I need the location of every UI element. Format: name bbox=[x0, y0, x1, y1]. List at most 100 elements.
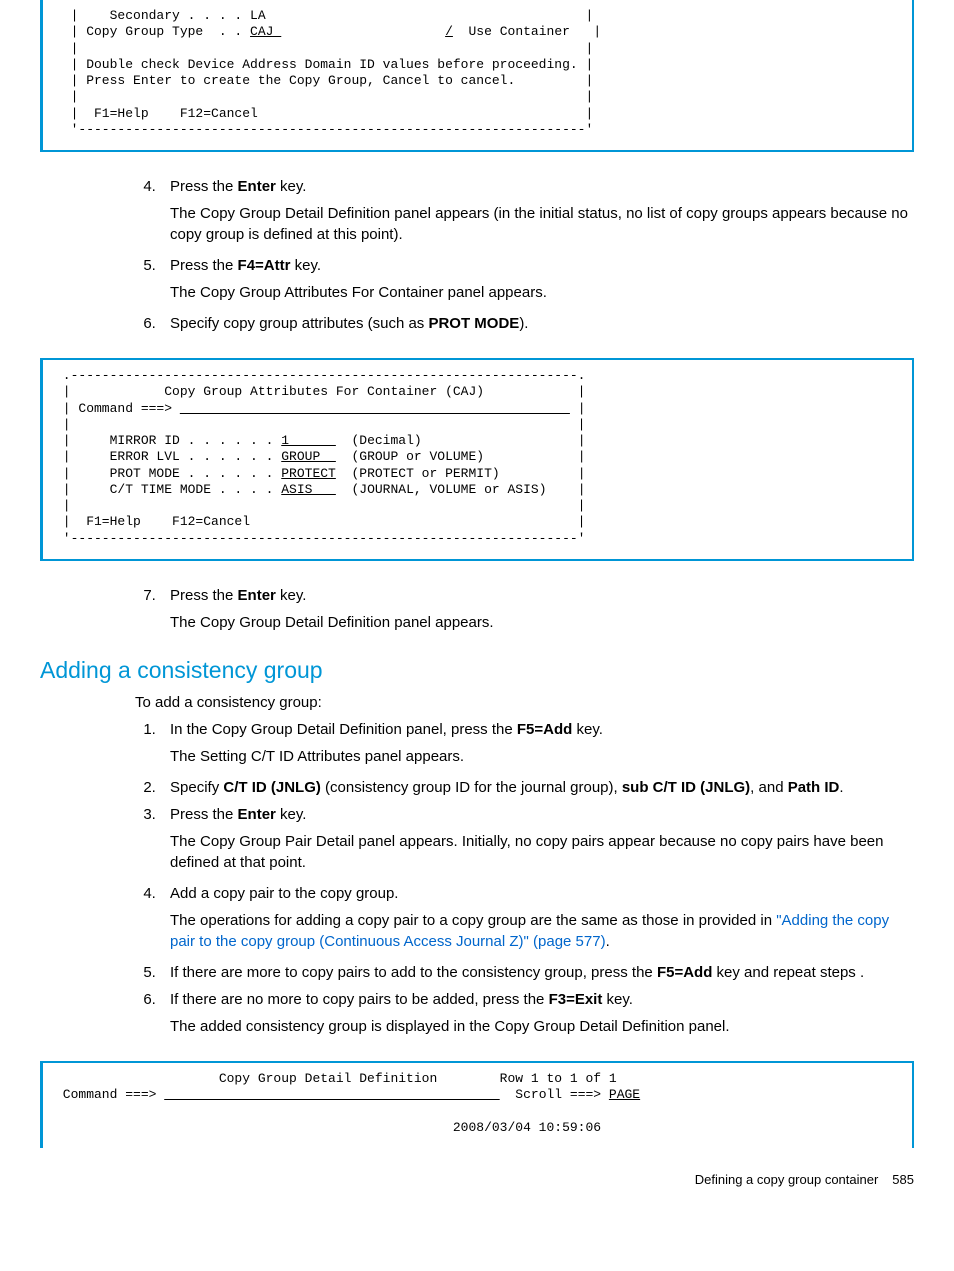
b3-tail: key. bbox=[276, 806, 307, 823]
terminal-panel-1: | Secondary . . . . LA | | Copy Group Ty… bbox=[40, 0, 914, 152]
terminal-panel-2: .---------------------------------------… bbox=[40, 358, 914, 561]
b5-bold: F5=Add bbox=[657, 964, 712, 981]
term1-l3: | | bbox=[55, 41, 593, 56]
steps-list-b: In the Copy Group Detail Definition pane… bbox=[40, 719, 914, 1037]
term2-l9: | F1=Help F12=Cancel | bbox=[55, 514, 586, 529]
footer-page: 585 bbox=[892, 1172, 914, 1187]
b2-m1: (consistency group ID for the journal gr… bbox=[321, 779, 622, 796]
terminal-panel-3: Copy Group Detail Definition Row 1 to 1 … bbox=[40, 1061, 914, 1148]
step5-tail: key. bbox=[290, 257, 321, 274]
step5-bold: F4=Attr bbox=[238, 257, 291, 274]
step4-body: The Copy Group Detail Definition panel a… bbox=[170, 203, 914, 245]
term2-l0: .---------------------------------------… bbox=[55, 368, 586, 383]
b1-lead: In the Copy Group Detail Definition pane… bbox=[170, 721, 517, 738]
b3-body: The Copy Group Pair Detail panel appears… bbox=[170, 831, 914, 873]
b4-text: Add a copy pair to the copy group. bbox=[170, 885, 398, 902]
step7-tail: key. bbox=[276, 587, 307, 604]
term3-l2a: Command ===> bbox=[55, 1087, 164, 1102]
b5-lead: If there are more to copy pairs to add t… bbox=[170, 964, 657, 981]
term1-l8: '---------------------------------------… bbox=[55, 122, 593, 137]
steps-list-a2: Press the Enter key. The Copy Group Deta… bbox=[40, 585, 914, 633]
term2-l8: | | bbox=[55, 498, 586, 513]
stepb-4: Add a copy pair to the copy group. The o… bbox=[160, 883, 914, 952]
b3-bold: Enter bbox=[238, 806, 276, 823]
step6-bold: PROT MODE bbox=[428, 315, 519, 332]
step4-tail: key. bbox=[276, 178, 307, 195]
b2-tail: . bbox=[839, 779, 843, 796]
page-footer: Defining a copy group container 585 bbox=[40, 1172, 914, 1187]
term1-l7: | F1=Help F12=Cancel | bbox=[55, 106, 593, 121]
b2-lead: Specify bbox=[170, 779, 223, 796]
b1-tail: key. bbox=[572, 721, 603, 738]
step4-lead: Press the bbox=[170, 178, 238, 195]
term1-l2a: | Copy Group Type . . bbox=[55, 24, 250, 39]
step-7: Press the Enter key. The Copy Group Deta… bbox=[160, 585, 914, 633]
step6-tail: ). bbox=[519, 315, 528, 332]
stepb-3: Press the Enter key. The Copy Group Pair… bbox=[160, 804, 914, 873]
b5-tail: key and repeat steps . bbox=[712, 964, 864, 981]
term2-l2u bbox=[180, 401, 570, 416]
b2-b1: C/T ID (JNLG) bbox=[223, 779, 321, 796]
term1-l2c: Use Container | bbox=[453, 24, 601, 39]
term1-l4: | Double check Device Address Domain ID … bbox=[55, 57, 593, 72]
term3-l2u2: PAGE bbox=[609, 1087, 640, 1102]
steps-list-a: Press the Enter key. The Copy Group Deta… bbox=[40, 176, 914, 334]
step4-bold: Enter bbox=[238, 178, 276, 195]
b6-lead: If there are no more to copy pairs to be… bbox=[170, 991, 549, 1008]
step6-lead: Specify copy group attributes (such as bbox=[170, 315, 428, 332]
b2-b3: Path ID bbox=[788, 779, 840, 796]
step7-body: The Copy Group Detail Definition panel a… bbox=[170, 612, 914, 633]
step-6: Specify copy group attributes (such as P… bbox=[160, 313, 914, 334]
term2-l5u: GROUP bbox=[281, 449, 336, 464]
b1-body: The Setting C/T ID Attributes panel appe… bbox=[170, 746, 914, 767]
b4-body-tail: . bbox=[606, 933, 610, 950]
stepb-6: If there are no more to copy pairs to be… bbox=[160, 989, 914, 1037]
step5-lead: Press the bbox=[170, 257, 238, 274]
term2-l3: | | bbox=[55, 417, 586, 432]
term2-l7u: ASIS bbox=[281, 482, 336, 497]
step7-lead: Press the bbox=[170, 587, 238, 604]
b2-b2: sub C/T ID (JNLG) bbox=[622, 779, 750, 796]
b3-lead: Press the bbox=[170, 806, 238, 823]
term2-l1: | Copy Group Attributes For Container (C… bbox=[55, 384, 586, 399]
term2-l4b: (Decimal) | bbox=[336, 433, 586, 448]
term2-l10: '---------------------------------------… bbox=[55, 531, 586, 546]
term1-l1: | Secondary . . . . LA | bbox=[55, 8, 593, 23]
term2-l6a: | PROT MODE . . . . . . bbox=[55, 466, 281, 481]
term1-l6: | | bbox=[55, 89, 593, 104]
term2-l2b: | bbox=[570, 401, 586, 416]
stepb-5: If there are more to copy pairs to add t… bbox=[160, 962, 914, 983]
term2-l6b: (PROTECT or PERMIT) | bbox=[336, 466, 586, 481]
term3-l2u bbox=[164, 1087, 499, 1102]
stepb-1: In the Copy Group Detail Definition pane… bbox=[160, 719, 914, 767]
step7-bold: Enter bbox=[238, 587, 276, 604]
b2-m2: , and bbox=[750, 779, 788, 796]
step-5: Press the F4=Attr key. The Copy Group At… bbox=[160, 255, 914, 303]
footer-text: Defining a copy group container bbox=[695, 1172, 879, 1187]
term1-l5: | Press Enter to create the Copy Group, … bbox=[55, 73, 593, 88]
term2-l7a: | C/T TIME MODE . . . . bbox=[55, 482, 281, 497]
term3-l2b: Scroll ===> bbox=[500, 1087, 609, 1102]
section-intro: To add a consistency group: bbox=[135, 694, 914, 711]
term1-l2s: / bbox=[445, 24, 453, 39]
b6-body: The added consistency group is displayed… bbox=[170, 1016, 914, 1037]
term3-l1: Copy Group Detail Definition Row 1 to 1 … bbox=[55, 1071, 617, 1086]
b4-body-lead: The operations for adding a copy pair to… bbox=[170, 912, 776, 929]
section-heading: Adding a consistency group bbox=[40, 657, 914, 684]
term3-l4: 2008/03/04 10:59:06 bbox=[55, 1120, 601, 1135]
term3-l3 bbox=[55, 1103, 63, 1118]
b6-tail: key. bbox=[602, 991, 633, 1008]
step5-body: The Copy Group Attributes For Container … bbox=[170, 282, 914, 303]
term2-l5b: (GROUP or VOLUME) | bbox=[336, 449, 586, 464]
term2-l4a: | MIRROR ID . . . . . . bbox=[55, 433, 281, 448]
stepb-2: Specify C/T ID (JNLG) (consistency group… bbox=[160, 777, 914, 798]
term2-l6u: PROTECT bbox=[281, 466, 336, 481]
term2-l7b: (JOURNAL, VOLUME or ASIS) | bbox=[336, 482, 586, 497]
b1-bold: F5=Add bbox=[517, 721, 572, 738]
term1-l2u: CAJ bbox=[250, 24, 281, 39]
term2-l4u: 1 bbox=[281, 433, 336, 448]
term2-l5a: | ERROR LVL . . . . . . bbox=[55, 449, 281, 464]
step-4: Press the Enter key. The Copy Group Deta… bbox=[160, 176, 914, 245]
term1-l2b bbox=[281, 24, 445, 39]
term2-l2a: | Command ===> bbox=[55, 401, 180, 416]
